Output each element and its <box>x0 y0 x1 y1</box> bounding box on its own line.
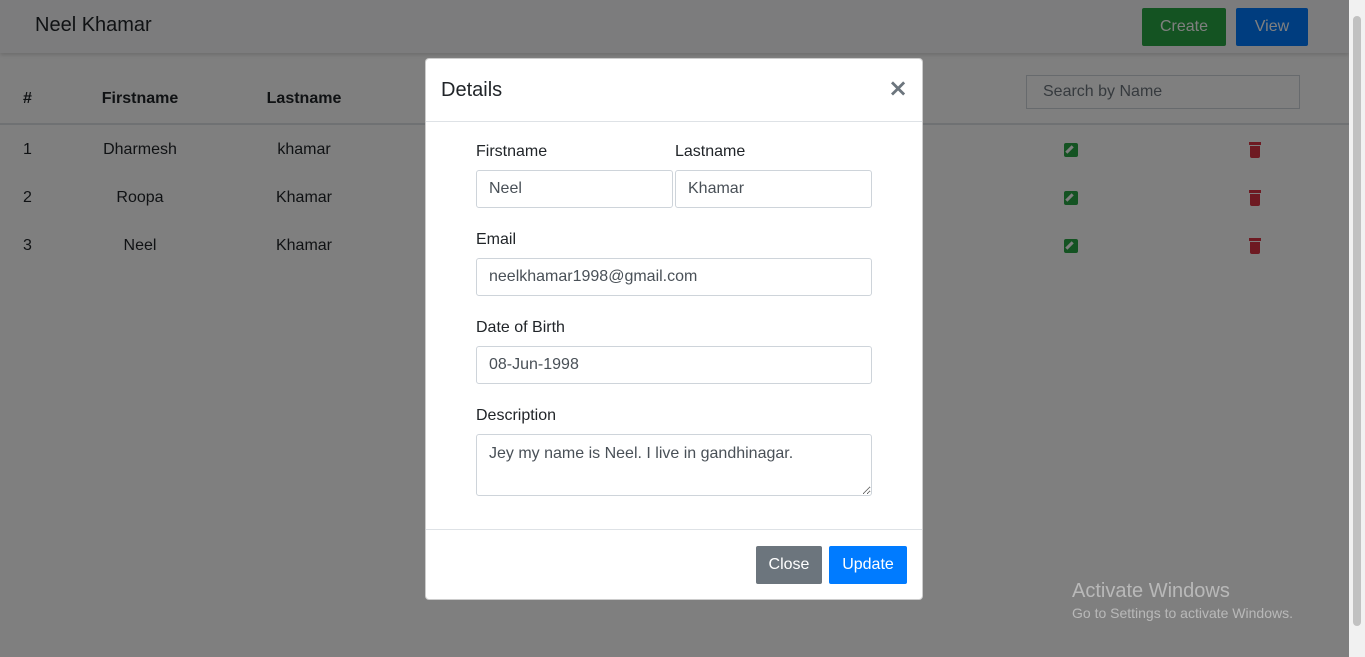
modal-footer: Close Update <box>426 529 922 600</box>
modal-title: Details <box>441 79 503 101</box>
description-label: Description <box>476 407 557 424</box>
email-field[interactable] <box>476 258 872 296</box>
modal-header: Details × <box>426 59 922 122</box>
scrollbar[interactable] <box>1349 0 1365 657</box>
lastname-field[interactable] <box>675 170 872 208</box>
update-button[interactable]: Update <box>829 546 907 584</box>
dob-field[interactable] <box>476 346 872 384</box>
close-button[interactable]: Close <box>756 546 822 584</box>
details-modal: Details × Firstname Lastname Email Date … <box>425 58 923 600</box>
activate-windows-watermark: Activate Windows Go to Settings to activ… <box>1072 580 1293 621</box>
description-field[interactable]: Jey my name is Neel. I live in gandhinag… <box>476 434 872 496</box>
watermark-subtitle: Go to Settings to activate Windows. <box>1072 605 1293 621</box>
firstname-label: Firstname <box>476 143 548 160</box>
page: Neel Khamar Create View # Firstname Last… <box>0 0 1365 657</box>
scrollbar-thumb[interactable] <box>1353 16 1361 626</box>
email-label: Email <box>476 231 517 248</box>
close-icon[interactable]: × <box>888 76 908 100</box>
lastname-label: Lastname <box>675 143 746 160</box>
watermark-title: Activate Windows <box>1072 580 1230 602</box>
dob-label: Date of Birth <box>476 319 565 336</box>
firstname-field[interactable] <box>476 170 673 208</box>
